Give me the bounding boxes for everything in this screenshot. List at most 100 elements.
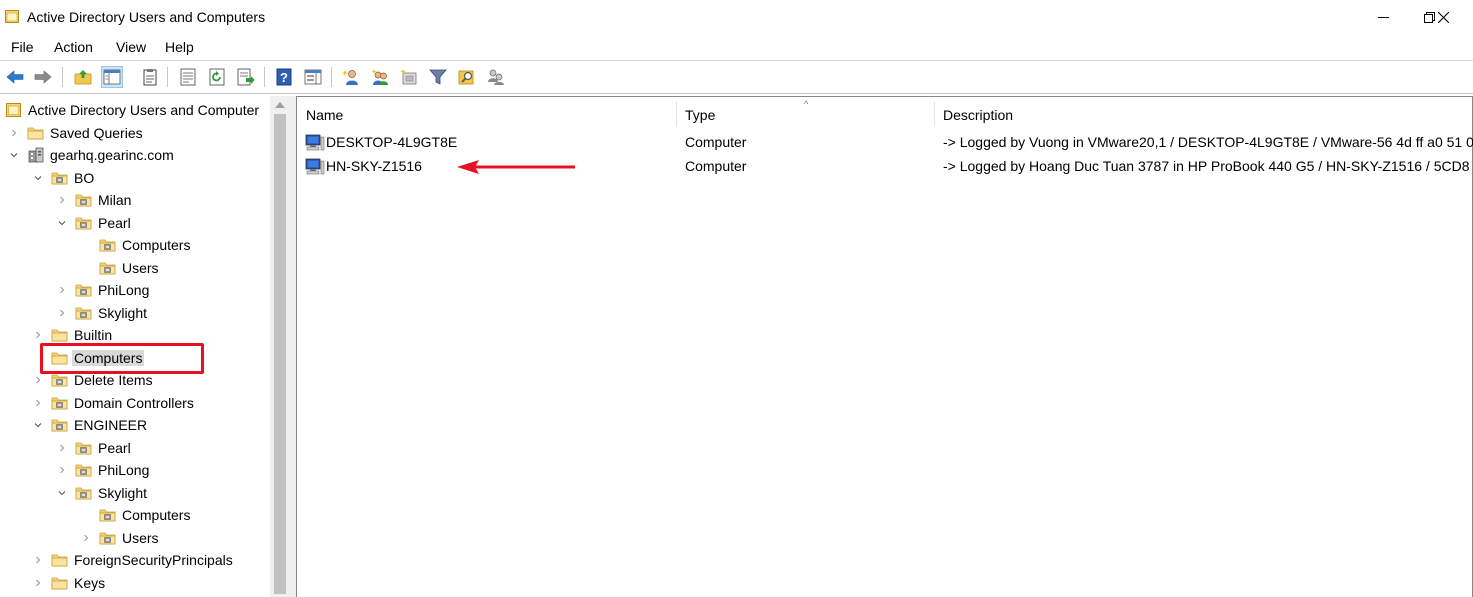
help-button[interactable]: ? (273, 66, 295, 88)
tree-item-bo-pearl[interactable]: Pearl (56, 212, 131, 234)
chevron-right-icon[interactable] (80, 532, 92, 544)
organizational-unit-icon (99, 507, 116, 523)
filter-button[interactable] (427, 66, 449, 88)
new-group-button[interactable] (369, 66, 391, 88)
row-type: Computer (685, 158, 747, 174)
add-to-group-icon (488, 69, 504, 85)
help-icon: ? (276, 68, 292, 86)
organizational-unit-icon (51, 395, 68, 411)
chevron-right-icon[interactable] (56, 194, 68, 206)
chevron-right-icon[interactable] (56, 464, 68, 476)
row-name: DESKTOP-4L9GT8E (326, 134, 458, 150)
tree-item-label: gearhq.gearinc.com (50, 147, 174, 163)
refresh-button[interactable] (206, 66, 228, 88)
chevron-right-icon[interactable] (56, 307, 68, 319)
column-header-description[interactable]: Description (934, 101, 1469, 129)
tree-item-bo-pearl-users[interactable]: Users (80, 257, 159, 279)
chevron-right-icon[interactable] (32, 554, 44, 566)
export-list-icon (237, 68, 255, 86)
aduc-icon (5, 10, 19, 23)
scroll-up-arrow-icon[interactable] (275, 102, 285, 108)
chevron-down-icon[interactable] (56, 217, 68, 229)
action-pane-button[interactable] (302, 66, 324, 88)
column-header-type[interactable]: Type (676, 101, 934, 129)
tree-item-saved-queries[interactable]: Saved Queries (8, 122, 143, 144)
new-ou-icon (400, 69, 417, 85)
export-list-button[interactable] (235, 66, 257, 88)
organizational-unit-icon (99, 260, 116, 276)
annotation-arrow-icon (457, 160, 575, 174)
tree-item-label: Computers (122, 507, 191, 523)
menu-help[interactable]: Help (165, 39, 194, 55)
filter-icon (429, 69, 447, 85)
aduc-icon (5, 102, 22, 118)
column-header-description-label: Description (943, 107, 1014, 123)
menu-view[interactable]: View (116, 39, 146, 55)
close-button[interactable] (1420, 0, 1466, 35)
chevron-right-icon[interactable] (32, 329, 44, 341)
tree-item-gearhq-domain[interactable]: gearhq.gearinc.com (8, 144, 174, 166)
domain-icon (27, 147, 44, 163)
tree-item-label: Keys (74, 574, 106, 591)
table-row[interactable]: DESKTOP-4L9GT8E Computer -> Logged by Vu… (301, 131, 1473, 153)
forward-arrow-icon (34, 70, 52, 84)
find-button[interactable] (456, 66, 478, 88)
minimize-button[interactable] (1360, 0, 1406, 35)
forward-button[interactable] (32, 66, 54, 88)
menu-action[interactable]: Action (54, 39, 93, 55)
tree-scrollbar[interactable] (270, 96, 290, 597)
back-button[interactable] (4, 66, 26, 88)
new-user-button[interactable] (340, 66, 362, 88)
tree-item-bo-milan[interactable]: Milan (56, 189, 131, 211)
computer-icon (305, 134, 325, 151)
chevron-down-icon[interactable] (32, 172, 44, 184)
properties-button[interactable] (177, 66, 199, 88)
chevron-right-icon[interactable] (56, 284, 68, 296)
tree-item-bo-pearl-computers[interactable]: Computers (80, 234, 190, 256)
organizational-unit-icon (75, 440, 92, 456)
tree-item-engineer-skylight-users[interactable]: Users (80, 527, 159, 549)
tree-item-foreign-security-principals[interactable]: ForeignSecurityPrincipals (32, 549, 233, 571)
tree-item-root[interactable]: Active Directory Users and Computer (5, 99, 259, 121)
chevron-down-icon[interactable] (8, 149, 20, 161)
new-user-icon (342, 70, 358, 85)
tree-item-label: Saved Queries (50, 124, 143, 141)
column-header-name[interactable]: Name (297, 101, 677, 129)
tree-item-label: Builtin (74, 327, 113, 343)
tree-item-engineer-philong[interactable]: PhiLong (56, 459, 149, 481)
tree-item-engineer-skylight-computers[interactable]: Computers (80, 504, 190, 526)
chevron-right-icon[interactable] (8, 127, 20, 139)
scroll-thumb[interactable] (274, 114, 286, 594)
tree-item-keys[interactable]: Keys (32, 572, 105, 594)
chevron-right-icon[interactable] (56, 442, 68, 454)
show-hide-console-tree-button[interactable] (101, 66, 123, 88)
tree-item-domain-controllers[interactable]: Domain Controllers (32, 392, 194, 414)
tree-item-engineer-skylight[interactable]: Skylight (56, 482, 147, 504)
up-one-level-button[interactable] (72, 66, 94, 88)
tree-item-bo[interactable]: BO (32, 167, 94, 189)
chevron-right-icon[interactable] (32, 577, 44, 589)
tree-item-label: Pearl (98, 214, 131, 231)
tree-item-bo-skylight[interactable]: Skylight (56, 302, 147, 324)
tree-item-bo-philong[interactable]: PhiLong (56, 279, 149, 301)
tree-item-engineer-pearl[interactable]: Pearl (56, 437, 131, 459)
chevron-right-icon[interactable] (32, 397, 44, 409)
window-title: Active Directory Users and Computers (27, 9, 266, 25)
tree-item-label: ENGINEER (74, 417, 148, 433)
row-type: Computer (685, 134, 747, 150)
tree-item-engineer[interactable]: ENGINEER (32, 414, 147, 436)
chevron-down-icon[interactable] (32, 419, 44, 431)
chevron-down-icon[interactable] (56, 487, 68, 499)
tree-item-label: Domain Controllers (74, 394, 194, 411)
clipboard-button[interactable] (139, 66, 161, 88)
action-pane-icon (304, 69, 322, 85)
title-bar: Active Directory Users and Computers (0, 0, 1473, 35)
computer-icon (305, 158, 325, 175)
clipboard-icon (143, 69, 157, 86)
properties-icon (180, 68, 196, 86)
menu-file[interactable]: File (11, 39, 34, 55)
add-to-group-button[interactable] (485, 66, 507, 88)
chevron-right-icon[interactable] (32, 374, 44, 386)
new-ou-button[interactable] (398, 66, 420, 88)
tree-item-label: PhiLong (98, 282, 150, 298)
